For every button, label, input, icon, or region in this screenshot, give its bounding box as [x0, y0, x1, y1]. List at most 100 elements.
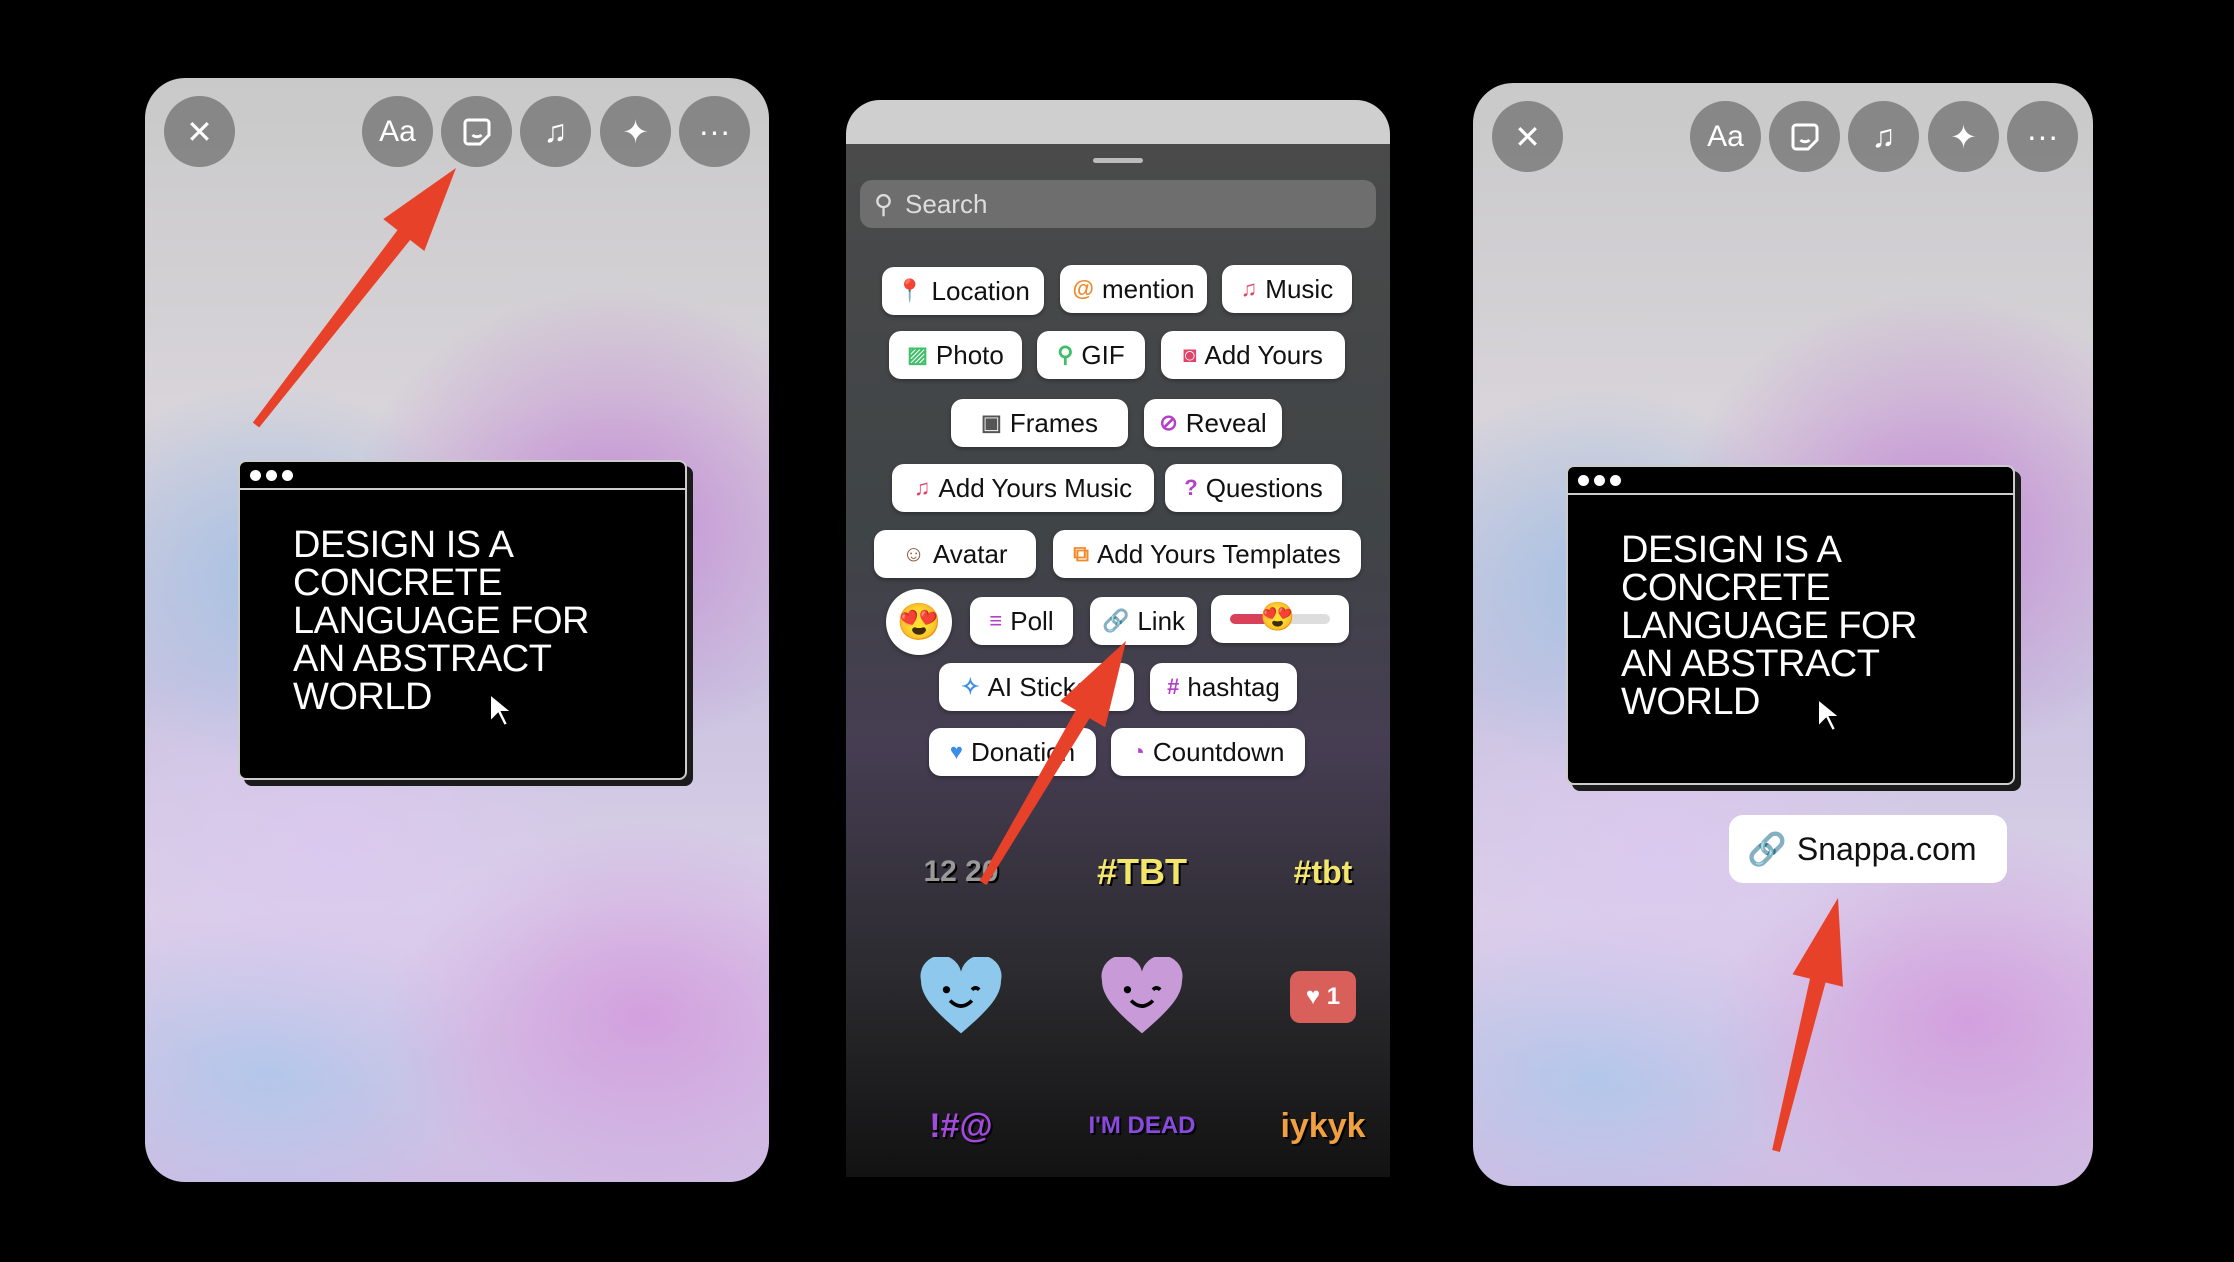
poll-icon: ≡: [989, 608, 1003, 633]
music-button[interactable]: ♫: [1848, 101, 1919, 172]
chip-label: Reveal: [1185, 407, 1267, 438]
text-card[interactable]: DESIGN IS A CONCRETE LANGUAGE FOR AN ABS…: [238, 460, 687, 780]
sticker-icon: [463, 118, 490, 145]
close-button[interactable]: ✕: [1492, 101, 1563, 172]
chip-label: mention: [1101, 273, 1195, 304]
chip-label: AI Stickers: [987, 671, 1112, 702]
sticker-label: #tbt: [1293, 854, 1353, 890]
sticker-label: iykyk: [1280, 1107, 1366, 1145]
emoji-slider-sticker[interactable]: 😍: [1211, 595, 1349, 643]
text-card[interactable]: DESIGN IS A CONCRETE LANGUAGE FOR AN ABS…: [1566, 465, 2015, 785]
more-button[interactable]: ···: [2007, 101, 2078, 172]
gif-sticker[interactable]: #TBT: [1087, 822, 1197, 922]
sticker-chip-mention[interactable]: @ mention: [1060, 265, 1207, 313]
music-icon: ♫: [1871, 118, 1896, 154]
effects-button[interactable]: ✦: [600, 96, 671, 167]
sticker-chip-ai-stickers[interactable]: ✧ AI Stickers: [939, 663, 1134, 711]
cursor-icon: [1817, 697, 1840, 733]
search-icon: ⚲: [874, 188, 894, 219]
chip-label: Frames: [1009, 407, 1098, 438]
chip-label: Add Yours Music: [938, 472, 1133, 503]
chip-label: Location: [931, 275, 1030, 306]
link-sticker[interactable]: 🔗 Snappa.com: [1729, 815, 2007, 883]
text-tool-label: Aa: [379, 114, 416, 148]
sparkles-icon: ✦: [622, 113, 649, 150]
sticker-chip-location[interactable]: 📍 Location: [882, 267, 1044, 315]
gif-icon: ⚲: [1057, 342, 1074, 367]
sticker-tray: ⚲ Search 📍 Location @ mention ♫ Music ▨ Photo ⚲ GI…: [846, 100, 1390, 1177]
sticker-chip-photo[interactable]: ▨ Photo: [889, 331, 1022, 379]
sticker-label: I'M DEAD: [1088, 1112, 1196, 1139]
link-icon: 🔗: [1101, 608, 1130, 633]
hashtag-icon: #: [1167, 674, 1180, 699]
text-tool-label: Aa: [1707, 119, 1744, 153]
close-icon: ✕: [186, 113, 213, 150]
sticker-chip-add-yours-templates[interactable]: ⧉ Add Yours Templates: [1053, 530, 1361, 578]
search-input[interactable]: ⚲ Search: [860, 180, 1376, 228]
sticker-label: #TBT: [1097, 851, 1187, 892]
gif-sticker[interactable]: 12 20: [906, 822, 1016, 922]
chip-label: hashtag: [1187, 671, 1280, 702]
sticker-button[interactable]: [1769, 101, 1840, 172]
effects-button[interactable]: ✦: [1928, 101, 1999, 172]
sticker-chip-donation[interactable]: ♥ Donation: [929, 728, 1096, 776]
chip-label: GIF: [1081, 339, 1125, 370]
sticker-chip-gif[interactable]: ⚲ GIF: [1037, 331, 1145, 379]
cursor-icon: [489, 692, 512, 728]
questions-icon: ?: [1184, 475, 1198, 500]
chip-label: Add Yours: [1204, 339, 1323, 370]
chip-label: Donation: [970, 736, 1076, 767]
gif-sticker[interactable]: [1087, 947, 1197, 1047]
chip-label: Photo: [935, 339, 1004, 370]
sticker-chip-questions[interactable]: ? Questions: [1165, 464, 1342, 512]
sticker-chip-poll[interactable]: ≡ Poll: [970, 597, 1073, 645]
ai-stickers-icon: ✧: [961, 674, 980, 699]
sticker-chip-reveal[interactable]: ⊘ Reveal: [1144, 399, 1282, 447]
link-sticker-text: Snappa.com: [1796, 830, 1977, 867]
add-yours-music-icon: ♫: [913, 475, 931, 500]
gif-sticker[interactable]: ♥ 1: [1268, 947, 1378, 1047]
avatar-icon: ☺: [902, 541, 925, 566]
sticker-chip-music[interactable]: ♫ Music: [1222, 265, 1352, 313]
sticker-label: !#@: [929, 1107, 993, 1145]
slider-track: 😍: [1230, 601, 1330, 632]
slider-emoji: 😍: [1260, 601, 1295, 632]
chip-label: Music: [1265, 273, 1334, 304]
text-tool-button[interactable]: Aa: [1690, 101, 1761, 172]
chip-label: Countdown: [1152, 736, 1285, 767]
more-icon: ···: [2026, 118, 2059, 154]
sticker-chip-frames[interactable]: ▣ Frames: [951, 399, 1128, 447]
frames-icon: ▣: [981, 410, 1002, 435]
music-button[interactable]: ♫: [520, 96, 591, 167]
gif-sticker[interactable]: iykyk: [1268, 1076, 1378, 1176]
gif-sticker[interactable]: I'M DEAD: [1087, 1076, 1197, 1176]
sticker-label: 12 20: [923, 855, 999, 888]
countdown-icon: ◔: [1131, 739, 1145, 764]
gif-sticker[interactable]: !#@: [906, 1076, 1016, 1176]
emoji-reaction-sticker[interactable]: 😍: [886, 589, 952, 655]
sparkles-icon: ✦: [1950, 118, 1977, 155]
close-button[interactable]: ✕: [164, 96, 235, 167]
story-editor-left: ✕ Aa ♫ ✦ ··· DESIGN IS A CONCRETE LANGUA…: [145, 78, 769, 1182]
reveal-icon: ⊘: [1159, 410, 1178, 435]
add-yours-templates-icon: ⧉: [1073, 541, 1089, 566]
gif-sticker[interactable]: [906, 947, 1016, 1047]
heart-face-icon: [1101, 957, 1183, 1034]
gif-sticker[interactable]: #tbt: [1268, 822, 1378, 922]
location-icon: 📍: [896, 278, 924, 303]
sticker-chip-countdown[interactable]: ◔ Countdown: [1111, 728, 1305, 776]
mention-icon: @: [1072, 276, 1094, 301]
sticker-chip-avatar[interactable]: ☺ Avatar: [874, 530, 1036, 578]
drag-handle[interactable]: [1093, 158, 1143, 163]
sticker-button[interactable]: [441, 96, 512, 167]
sticker-icon: [1791, 123, 1818, 150]
link-icon: 🔗: [1747, 831, 1787, 867]
sticker-chip-link[interactable]: 🔗 Link: [1090, 597, 1197, 645]
sticker-chip-add-yours[interactable]: ◙ Add Yours: [1161, 331, 1345, 379]
sticker-chip-add-yours-music[interactable]: ♫ Add Yours Music: [892, 464, 1154, 512]
text-tool-button[interactable]: Aa: [362, 96, 433, 167]
sticker-chip-hashtag[interactable]: # hashtag: [1150, 663, 1297, 711]
chip-label: Poll: [1010, 605, 1054, 636]
chip-label: Questions: [1205, 472, 1323, 503]
more-button[interactable]: ···: [679, 96, 750, 167]
